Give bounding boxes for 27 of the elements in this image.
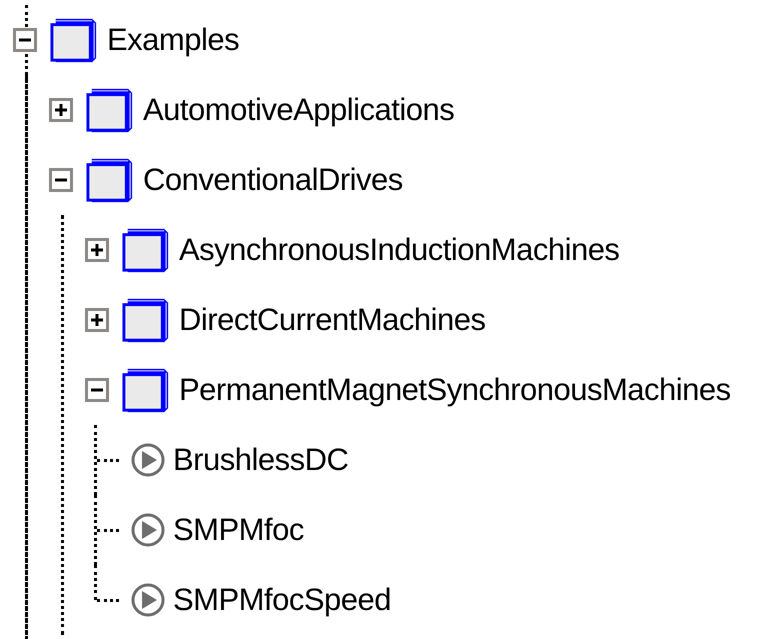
collapse-toggle[interactable] <box>85 378 109 402</box>
collapse-toggle[interactable] <box>13 28 37 52</box>
folder-icon <box>85 86 135 134</box>
folder-icon <box>49 16 99 64</box>
plus-icon <box>54 103 68 117</box>
tree-item-label[interactable]: Examples <box>107 22 240 58</box>
tree-item-label[interactable]: AsynchronousInductionMachines <box>179 232 620 268</box>
tree-item-label[interactable]: DirectCurrentMachines <box>179 302 486 338</box>
tree-item-label[interactable]: SMPMfocSpeed <box>173 582 391 618</box>
tree-item-label[interactable]: ConventionalDrives <box>143 162 403 198</box>
tree-item-label[interactable]: AutomotiveApplications <box>143 92 454 128</box>
tree-item-label[interactable]: BrushlessDC <box>173 442 348 478</box>
tree-item-label[interactable]: PermanentMagnetSynchronousMachines <box>179 372 731 408</box>
plus-icon <box>90 243 104 257</box>
collapse-toggle[interactable] <box>49 168 73 192</box>
folder-icon <box>121 296 171 344</box>
expand-toggle[interactable] <box>85 238 109 262</box>
play-icon <box>131 583 165 617</box>
folder-icon <box>121 366 171 414</box>
folder-icon <box>121 226 171 274</box>
play-icon <box>131 513 165 547</box>
plus-icon <box>90 313 104 327</box>
expand-toggle[interactable] <box>85 308 109 332</box>
tree-item-label[interactable]: SMPMfoc <box>173 512 304 548</box>
expand-toggle[interactable] <box>49 98 73 122</box>
play-icon <box>131 443 165 477</box>
folder-icon <box>85 156 135 204</box>
